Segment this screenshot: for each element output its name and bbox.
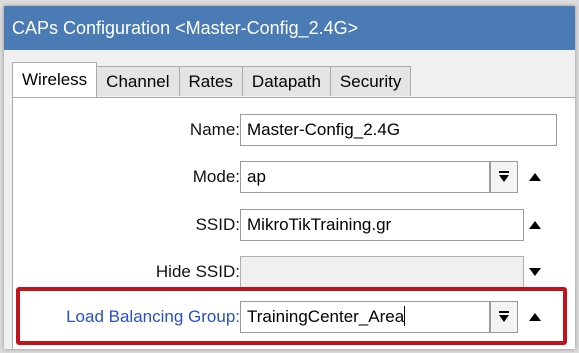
dropdown-icon — [499, 311, 509, 322]
load-balancing-group-value: TrainingCenter_Area — [247, 307, 405, 326]
tab-wireless[interactable]: Wireless — [12, 62, 98, 97]
ssid-label: SSID: — [195, 215, 240, 234]
load-balancing-group-input[interactable]: TrainingCenter_Area — [240, 301, 490, 333]
load-balancing-group-dropdown-button[interactable] — [490, 301, 518, 333]
dropdown-icon — [499, 171, 509, 182]
hide-ssid-field[interactable] — [240, 256, 524, 288]
hide-ssid-row: Hide SSID: — [13, 256, 575, 288]
mode-select[interactable]: ap — [240, 161, 490, 193]
tab-rates[interactable]: Rates — [178, 66, 243, 96]
load-balancing-group-label: Load Balancing Group: — [66, 307, 240, 326]
hide-ssid-label: Hide SSID: — [155, 262, 240, 281]
mode-row: Mode: ap — [13, 161, 575, 193]
text-caret — [404, 306, 406, 326]
ssid-field[interactable]: MikroTikTraining.gr — [240, 209, 524, 241]
triangle-up-icon[interactable] — [525, 161, 545, 193]
name-field[interactable]: Master-Config_2.4G — [240, 114, 557, 146]
tab-bar: Wireless Channel Rates Datapath Security — [12, 62, 412, 98]
window-title[interactable]: CAPs Configuration <Master-Config_2.4G> — [4, 6, 575, 50]
ssid-row: SSID: MikroTikTraining.gr — [13, 209, 575, 241]
tab-datapath[interactable]: Datapath — [241, 66, 331, 96]
triangle-down-icon[interactable] — [525, 256, 545, 288]
caps-configuration-window: CAPs Configuration <Master-Config_2.4G> … — [4, 6, 575, 349]
name-label: Name: — [189, 120, 240, 139]
triangle-up-icon[interactable] — [525, 301, 545, 333]
tab-security[interactable]: Security — [329, 66, 412, 96]
name-row: Name: Master-Config_2.4G — [13, 114, 575, 146]
triangle-up-icon[interactable] — [525, 209, 545, 241]
wireless-panel: Name: Master-Config_2.4G Mode: ap SSID: … — [12, 97, 575, 349]
load-balancing-group-row: Load Balancing Group: TrainingCenter_Are… — [13, 301, 575, 333]
tab-channel[interactable]: Channel — [96, 66, 180, 96]
mode-dropdown-button[interactable] — [490, 161, 518, 193]
mode-label: Mode: — [192, 167, 240, 186]
